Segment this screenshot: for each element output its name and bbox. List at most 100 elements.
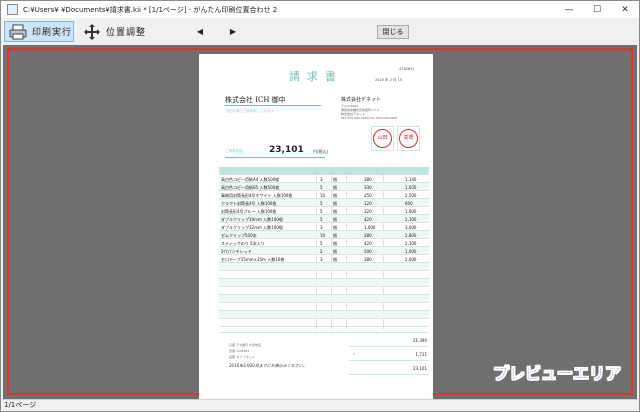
total-label: ご請求金額 [225,149,243,153]
table-row [219,295,429,303]
close-window-button[interactable]: ✕ [611,1,639,18]
table-row: ゼムクリップ500本 10 個 280 2,800 [219,231,429,239]
subtotal-value: 21,390 [413,338,427,343]
invoice-date: 2016 年 2 月 15 [375,78,403,82]
table-row [219,311,429,319]
item-price: 380 [364,177,372,182]
bank-line: 名義 カブ デネット [229,355,255,359]
table-row: 高白色コピー用紙A4 入数500枚 3 個 380 1,140 [219,175,429,183]
table-row [219,271,429,279]
toolbar: 印刷実行 位置調整 ◀ ▶ 閉じる [1,18,639,45]
item-amount: 1,650 [405,185,417,190]
item-amount: 2,800 [405,233,417,238]
preview-area-label: プレビューエリア [492,364,622,384]
total-amount: 23,101 [269,145,304,155]
table-row [219,287,429,295]
issuer-info-line: TEL 000-000-0000 FAX 000-000-0000 [341,116,398,120]
table-row: 高白色コピー用紙B5 入数500枚 5 個 330 1,650 [219,183,429,191]
subtotal-row: 21,390 [349,333,429,347]
invoice-page: 請求書 4780631 2016 年 2 月 15 株式会社 ICH 御中 下記… [199,54,433,399]
item-price: 380 [364,257,372,262]
app-icon [7,4,18,15]
prev-page-button[interactable]: ◀ [193,25,207,38]
issuer-name: 株式会社デネット [341,97,382,103]
item-amount: 1,140 [405,177,417,182]
item-qty: 5 [320,241,323,246]
customer-note: 下記の通りご請求申し上げます。 [225,109,278,113]
table-row: セロテープ15mm×35m 入数10巻 3 個 380 2,000 [219,255,429,263]
item-amount: 2,000 [405,257,417,262]
item-qty: 10 [320,233,326,238]
table-row: 2穴パンチレッド 2 個 500 1,000 [219,247,429,255]
next-page-button[interactable]: ▶ [226,25,240,38]
item-price: 330 [364,185,372,190]
issuer-info: 〒370-8601 群馬県前橋市高前長町1-2-3 株式会社デネット TEL 0… [341,104,397,120]
app-window: C:¥Users¥ ¥Documents¥請求書.kii * [1/1ページ] … [0,0,640,412]
item-amount: 2,100 [405,241,417,246]
item-amount: 1,600 [405,209,417,214]
arrow-left-icon: ◀ [196,27,204,36]
item-price: 420 [364,217,372,222]
item-qty: 2 [320,249,323,254]
item-price: 1,000 [364,225,376,230]
title-bar: C:¥Users¥ ¥Documents¥請求書.kii * [1/1ページ] … [1,1,639,18]
tax-rate: 8 [353,352,355,356]
table-row: 封筒長形4号ブルー 入数100枚 5 個 320 1,600 [219,207,429,215]
item-price: 250 [364,193,372,198]
item-qty: 3 [320,177,323,182]
item-price: 500 [364,249,372,254]
item-qty: 5 [320,185,323,190]
table-row [219,279,429,287]
table-row [219,303,429,311]
status-bar: 1/1ページ [1,399,639,411]
seal-stamp-1: 山田 [373,129,392,148]
print-button-label: 印刷実行 [32,28,73,38]
window-title: C:¥Users¥ ¥Documents¥請求書.kii * [1/1ページ] … [23,5,278,14]
item-price: 280 [364,233,372,238]
move-arrows-icon [82,23,102,41]
table-row: 事務用封筒長形4号ホワイト 入数100枚 10 個 250 2,500 [219,191,429,199]
item-price: 320 [364,209,372,214]
table-row: クラフト封筒長4号 入数100枚 5 個 120 600 [219,199,429,207]
item-price: 120 [364,201,372,206]
customer-underline [225,105,321,106]
item-qty: 3 [320,225,323,230]
table-header [219,167,429,175]
print-button[interactable]: 印刷実行 [4,21,74,42]
printer-icon [8,23,28,41]
page-indicator: 1/1ページ [4,401,37,409]
position-adjust-label: 位置調整 [106,28,147,38]
arrow-right-icon: ▶ [229,27,237,36]
seal-stamp-2: 高橋 [399,129,418,148]
table-row [219,263,429,271]
payment-note: 2016年3月20日までにお振込みください。 [229,363,307,368]
total-underline [225,157,325,158]
customer-name: 株式会社 ICH 御中 [225,96,286,104]
close-preview-button[interactable]: 閉じる [377,25,409,39]
bank-info: 口座 デネ銀行 大沢支店 普通 1234567 名義 カブ デネット [229,342,261,360]
table-row: スティックのり 5本入り 5 個 420 2,100 [219,239,429,247]
item-qty: 5 [320,217,323,222]
item-amount: 600 [405,201,413,206]
invoice-items-table: 高白色コピー用紙A4 入数500枚 3 個 380 1,140 高白色コピー用紙B5 入数… [219,167,429,327]
minimize-button[interactable]: — [555,1,583,18]
table-row: ダブルクリップ32mm 入数100個 3 個 1,000 3,000 [219,223,429,231]
position-adjust-button[interactable]: 位置調整 [79,21,149,42]
table-row [219,319,429,327]
window-controls: — ☐ ✕ [555,1,639,18]
grand-total-row: 23,101 [349,361,429,375]
preview-area[interactable]: 請求書 4780631 2016 年 2 月 15 株式会社 ICH 御中 下記… [3,45,637,399]
item-qty: 5 [320,201,323,206]
item-amount: 3,000 [405,225,417,230]
grand-total-value: 23,101 [413,366,427,371]
invoice-number: 4780631 [399,67,415,71]
item-amount: 2,100 [405,217,417,222]
table-row: ダブルクリップ19mm 入数100個 5 個 420 2,100 [219,215,429,223]
maximize-button[interactable]: ☐ [583,1,611,18]
total-unit: 円(税込) [313,149,329,154]
item-amount: 2,500 [405,193,417,198]
item-qty: 3 [320,257,323,262]
item-qty: 10 [320,193,326,198]
item-price: 420 [364,241,372,246]
tax-value: 1,711 [415,352,427,357]
